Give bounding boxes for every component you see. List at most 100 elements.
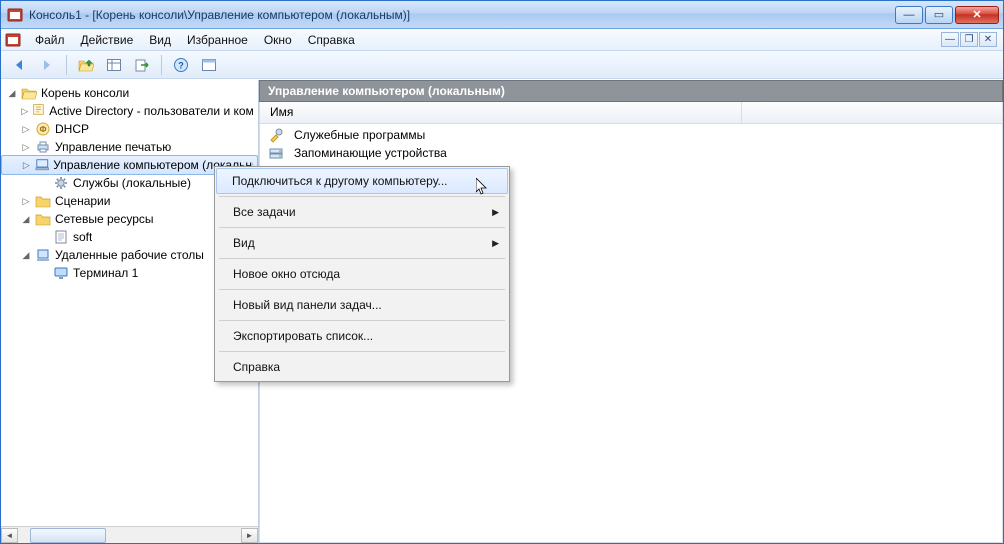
submenu-arrow-icon: ▶	[492, 207, 499, 218]
mdi-minimize[interactable]: —	[941, 32, 959, 47]
close-button[interactable]: ✕	[955, 6, 999, 24]
tools-icon	[268, 127, 284, 143]
window-title: Консоль1 - [Корень консоли\Управление ко…	[29, 8, 895, 22]
list-item[interactable]: Запоминающие устройства	[260, 144, 1002, 162]
expand-icon[interactable]: ◢	[19, 248, 33, 262]
menu-file[interactable]: Файл	[27, 31, 73, 49]
separator	[161, 55, 162, 75]
menu-separator	[219, 258, 505, 259]
minimize-button[interactable]: —	[895, 6, 923, 24]
list-item-label: Служебные программы	[294, 128, 425, 142]
context-menu-item-label: Справка	[233, 360, 280, 374]
dhcp-icon	[35, 121, 51, 137]
titlebar[interactable]: Консоль1 - [Корень консоли\Управление ко…	[1, 1, 1003, 29]
context-menu-item-label: Новое окно отсюда	[233, 267, 340, 281]
menu-favorites[interactable]: Избранное	[179, 31, 256, 49]
column-name[interactable]: Имя	[260, 102, 742, 123]
context-menu-item[interactable]: Подключиться к другому компьютеру...	[216, 168, 508, 194]
menu-separator	[219, 289, 505, 290]
layout-button[interactable]	[102, 53, 126, 77]
maximize-button[interactable]: ▭	[925, 6, 953, 24]
export-button[interactable]	[130, 53, 154, 77]
hscroll-thumb[interactable]	[30, 528, 106, 543]
context-menu[interactable]: Подключиться к другому компьютеру... Все …	[214, 166, 510, 382]
tree-item[interactable]: ▷ Active Directory - пользователи и комп…	[1, 102, 258, 120]
column-spacer	[742, 102, 1002, 123]
tree-item-label: Active Directory - пользователи и компью…	[49, 102, 254, 120]
toolbar	[1, 51, 1003, 79]
menu-separator	[219, 351, 505, 352]
monitor-icon	[53, 265, 69, 281]
hscroll-right[interactable]: ►	[241, 528, 258, 543]
tree-item[interactable]: ▷ DHCP	[1, 120, 258, 138]
context-menu-item-label: Все задачи	[233, 205, 296, 219]
back-button[interactable]	[7, 53, 31, 77]
tree-item-label: Службы (локальные)	[73, 174, 191, 192]
column-header[interactable]: Имя	[259, 102, 1003, 124]
expand-icon[interactable]: ▷	[20, 158, 33, 172]
menu-separator	[219, 196, 505, 197]
mdi-close[interactable]: ✕	[979, 32, 997, 47]
hscroll-track[interactable]	[18, 528, 241, 543]
list-item-label: Запоминающие устройства	[294, 146, 447, 160]
context-menu-item[interactable]: Экспортировать список...	[217, 324, 507, 348]
mdi-restore[interactable]: ❐	[960, 32, 978, 47]
context-menu-item[interactable]: Все задачи ▶	[217, 200, 507, 224]
expand-icon[interactable]: ▷	[19, 140, 33, 154]
menu-separator	[219, 227, 505, 228]
context-menu-item[interactable]: Новый вид панели задач...	[217, 293, 507, 317]
context-menu-item-label: Новый вид панели задач...	[233, 298, 382, 312]
expand-icon[interactable]: ◢	[19, 212, 33, 226]
print-icon	[35, 139, 51, 155]
content-header-label: Управление компьютером (локальным)	[268, 84, 505, 98]
collapse-icon[interactable]: ◢	[5, 86, 19, 100]
separator	[66, 55, 67, 75]
mdi-controls: — ❐ ✕	[941, 32, 999, 47]
submenu-arrow-icon: ▶	[492, 238, 499, 249]
tree-item-label: Сетевые ресурсы	[55, 210, 154, 228]
folder-icon	[35, 211, 51, 227]
help-button[interactable]	[169, 53, 193, 77]
gear-icon	[53, 175, 69, 191]
new-window-button[interactable]	[197, 53, 221, 77]
context-menu-item-label: Экспортировать список...	[233, 329, 373, 343]
storage-icon	[268, 145, 284, 161]
menu-separator	[219, 320, 505, 321]
folder-icon	[35, 193, 51, 209]
context-menu-item-label: Вид	[233, 236, 255, 250]
expand-icon[interactable]: ▷	[19, 104, 30, 118]
tree-item-label: Терминал 1	[73, 264, 138, 282]
tree-root[interactable]: ◢ Корень консоли	[1, 84, 258, 102]
tree-item-label: soft	[73, 228, 92, 246]
ad-icon	[32, 103, 45, 119]
menubar: Файл Действие Вид Избранное Окно Справка…	[1, 29, 1003, 51]
doc-icon	[53, 229, 69, 245]
hscroll-left[interactable]: ◄	[1, 528, 18, 543]
expand-icon[interactable]: ▷	[19, 122, 33, 136]
tree-item-label: Удаленные рабочие столы	[55, 246, 204, 264]
context-menu-item[interactable]: Справка	[217, 355, 507, 379]
tree-hscrollbar[interactable]: ◄ ►	[1, 526, 258, 543]
rdp-icon	[35, 247, 51, 263]
tree-item-label: Управление печатью	[55, 138, 171, 156]
mdi-icon	[5, 32, 21, 48]
app-icon	[7, 7, 23, 23]
menu-view[interactable]: Вид	[141, 31, 179, 49]
up-button[interactable]	[74, 53, 98, 77]
expand-icon[interactable]: ▷	[19, 194, 33, 208]
tree-item[interactable]: ▷ Управление печатью	[1, 138, 258, 156]
menu-action[interactable]: Действие	[73, 31, 142, 49]
forward-button[interactable]	[35, 53, 59, 77]
tree-item-label: Сценарии	[55, 192, 110, 210]
tree-item-label: Корень консоли	[41, 84, 129, 102]
list-item[interactable]: Служебные программы	[260, 126, 1002, 144]
pc-icon	[35, 157, 50, 173]
context-menu-item-label: Подключиться к другому компьютеру...	[232, 174, 448, 188]
menu-help[interactable]: Справка	[300, 31, 363, 49]
folder-open-icon	[21, 85, 37, 101]
tree-item-label: DHCP	[55, 120, 89, 138]
context-menu-item[interactable]: Новое окно отсюда	[217, 262, 507, 286]
menu-window[interactable]: Окно	[256, 31, 300, 49]
content-header: Управление компьютером (локальным)	[259, 80, 1003, 102]
context-menu-item[interactable]: Вид ▶	[217, 231, 507, 255]
